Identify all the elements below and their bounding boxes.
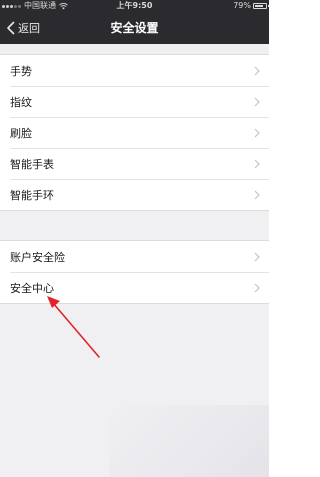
list-item-face[interactable]: 刷脸: [0, 117, 269, 148]
status-right: 79%: [233, 0, 269, 12]
list-item-fingerprint[interactable]: 指纹: [0, 86, 269, 117]
list-item-label: 指纹: [10, 95, 32, 109]
battery-fill: [255, 5, 263, 7]
list-item-smart-band[interactable]: 智能手环: [0, 179, 269, 210]
navigation-bar: 返回 安全设置: [0, 12, 269, 44]
chevron-right-icon: [254, 252, 260, 261]
chevron-right-icon: [254, 159, 260, 168]
chevron-right-icon: [254, 66, 260, 75]
status-time: 上午9:50: [116, 1, 153, 10]
list-item-label: 账户安全险: [10, 250, 65, 264]
chevron-right-icon: [254, 283, 260, 292]
list-item-smart-watch[interactable]: 智能手表: [0, 148, 269, 179]
battery-percent: 79%: [233, 1, 251, 10]
list-item-label: 刷脸: [10, 126, 32, 140]
list-item-label: 安全中心: [10, 281, 54, 295]
chevron-right-icon: [254, 128, 260, 137]
settings-group-account: 账户安全险 安全中心: [0, 240, 269, 304]
page-title: 安全设置: [110, 21, 159, 35]
watermark-overlay: [109, 405, 269, 477]
list-item-label: 智能手环: [10, 188, 54, 202]
list-item-account-insurance[interactable]: 账户安全险: [0, 241, 269, 272]
list-item-security-center[interactable]: 安全中心: [0, 272, 269, 303]
list-item-label: 智能手表: [10, 157, 54, 171]
list-item-gesture[interactable]: 手势: [0, 55, 269, 86]
battery-icon: [253, 3, 269, 9]
status-bar: 中国联通 上午9:50 79%: [0, 0, 269, 12]
chevron-right-icon: [254, 190, 260, 199]
settings-group-biometrics: 手势 指纹 刷脸 智能手表 智能手环: [0, 54, 269, 211]
phone-screen: 中国联通 上午9:50 79% 返回 安全设置 手势 指纹 刷脸 智能手表 智能…: [0, 0, 269, 477]
list-item-label: 手势: [10, 64, 32, 78]
chevron-right-icon: [254, 97, 260, 106]
